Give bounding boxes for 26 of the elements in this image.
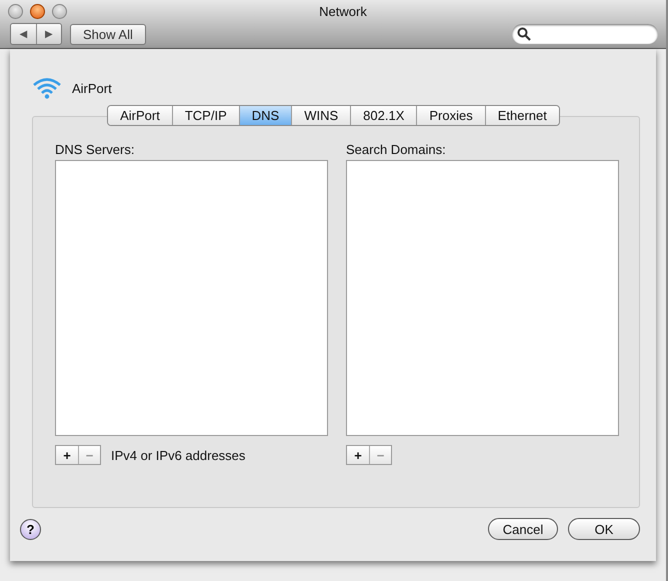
- close-button[interactable]: [8, 4, 23, 18]
- dialog-button[interactable]: OK: [568, 518, 640, 540]
- tab[interactable]: AirPort: [108, 106, 172, 125]
- tab[interactable]: Ethernet: [484, 106, 559, 125]
- search-icon: [517, 27, 531, 41]
- window-title: Network: [319, 4, 367, 18]
- tab[interactable]: TCP/IP: [172, 106, 239, 125]
- zoom-button[interactable]: [52, 4, 67, 18]
- search-domains-label: Search Domains:: [346, 142, 447, 159]
- tab[interactable]: WINS: [291, 106, 350, 125]
- show-all-button[interactable]: Show All: [70, 24, 146, 44]
- tab[interactable]: DNS: [238, 106, 292, 125]
- tab[interactable]: 802.1X: [350, 106, 416, 125]
- add-button[interactable]: +: [347, 446, 369, 464]
- back-button[interactable]: ◀: [11, 24, 36, 44]
- minimize-button[interactable]: [30, 4, 45, 18]
- wifi-icon: [32, 77, 62, 99]
- dns-servers-label: DNS Servers:: [55, 142, 136, 159]
- service-name: AirPort: [72, 80, 112, 96]
- add-button[interactable]: +: [56, 446, 78, 464]
- search-field[interactable]: [512, 24, 658, 44]
- help-button[interactable]: ?: [20, 518, 41, 540]
- dialog-button[interactable]: Cancel: [488, 518, 558, 540]
- address-hint: IPv4 or IPv6 addresses: [111, 448, 246, 462]
- tab[interactable]: Proxies: [416, 106, 485, 125]
- forward-button[interactable]: ▶: [36, 24, 61, 44]
